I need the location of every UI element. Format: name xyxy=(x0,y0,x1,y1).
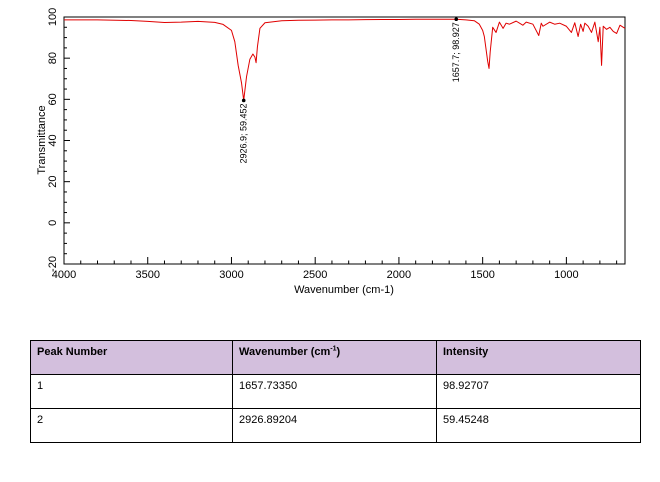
y-tick-label: 20 xyxy=(47,176,59,188)
peak-label: 2926.9; 59.452 xyxy=(239,103,249,163)
x-tick-label: 3500 xyxy=(135,269,159,281)
peak-marker xyxy=(454,17,459,22)
x-axis: 4000 3500 3000 2500 2000 1500 1000 xyxy=(52,257,618,281)
peak-label: 1657.7; 98.927 xyxy=(451,22,461,82)
y-tick-label: 0 xyxy=(47,220,59,226)
header-wavenumber-close: ) xyxy=(336,346,341,358)
y-axis-title: Transmittance xyxy=(36,105,48,174)
y-tick-label: 100 xyxy=(47,8,59,26)
x-tick-label: 1500 xyxy=(470,269,494,281)
y-tick-label: 60 xyxy=(47,93,59,105)
cell-intensity: 98.92707 xyxy=(436,374,641,409)
x-tick-label: 4000 xyxy=(52,269,76,281)
peak-marker xyxy=(241,98,246,103)
x-tick-label: 3000 xyxy=(219,269,243,281)
table-header-row: Peak Number Wavenumber (cm-1) Intensity xyxy=(30,340,641,375)
cell-wavenumber: 1657.73350 xyxy=(232,374,437,409)
x-tick-label: 1000 xyxy=(554,269,578,281)
ir-spectrum-chart: 100806040200-20 4000 3500 3000 2500 2000 1500… xyxy=(36,8,626,296)
x-tick-label: 2000 xyxy=(387,269,411,281)
plot-frame xyxy=(63,16,626,265)
x-axis-title: Wavenumber (cm-1) xyxy=(294,284,394,296)
x-tick-label: 2500 xyxy=(303,269,327,281)
y-tick-label: 40 xyxy=(47,134,59,146)
cell-intensity: 59.45248 xyxy=(436,408,641,443)
y-axis: 100806040200-20 xyxy=(47,8,70,272)
cell-peak-number: 1 xyxy=(30,374,233,409)
header-intensity: Intensity xyxy=(436,340,641,375)
cell-wavenumber: 2926.89204 xyxy=(232,408,437,443)
cell-peak-number: 2 xyxy=(30,408,233,443)
header-wavenumber-text: Wavenumber (cm xyxy=(239,346,331,358)
peak-table: Peak Number Wavenumber (cm-1) Intensity … xyxy=(30,340,641,443)
spectrum-line xyxy=(64,18,626,101)
header-wavenumber: Wavenumber (cm-1) xyxy=(232,340,437,375)
series-group xyxy=(64,18,626,101)
table-row: 2 2926.89204 59.45248 xyxy=(30,408,641,443)
y-tick-label: 80 xyxy=(47,52,59,64)
annotations-group: 2926.9; 59.452 1657.7; 98.927 xyxy=(239,17,461,164)
table-row: 1 1657.73350 98.92707 xyxy=(30,374,641,409)
header-peak-number: Peak Number xyxy=(30,340,233,375)
